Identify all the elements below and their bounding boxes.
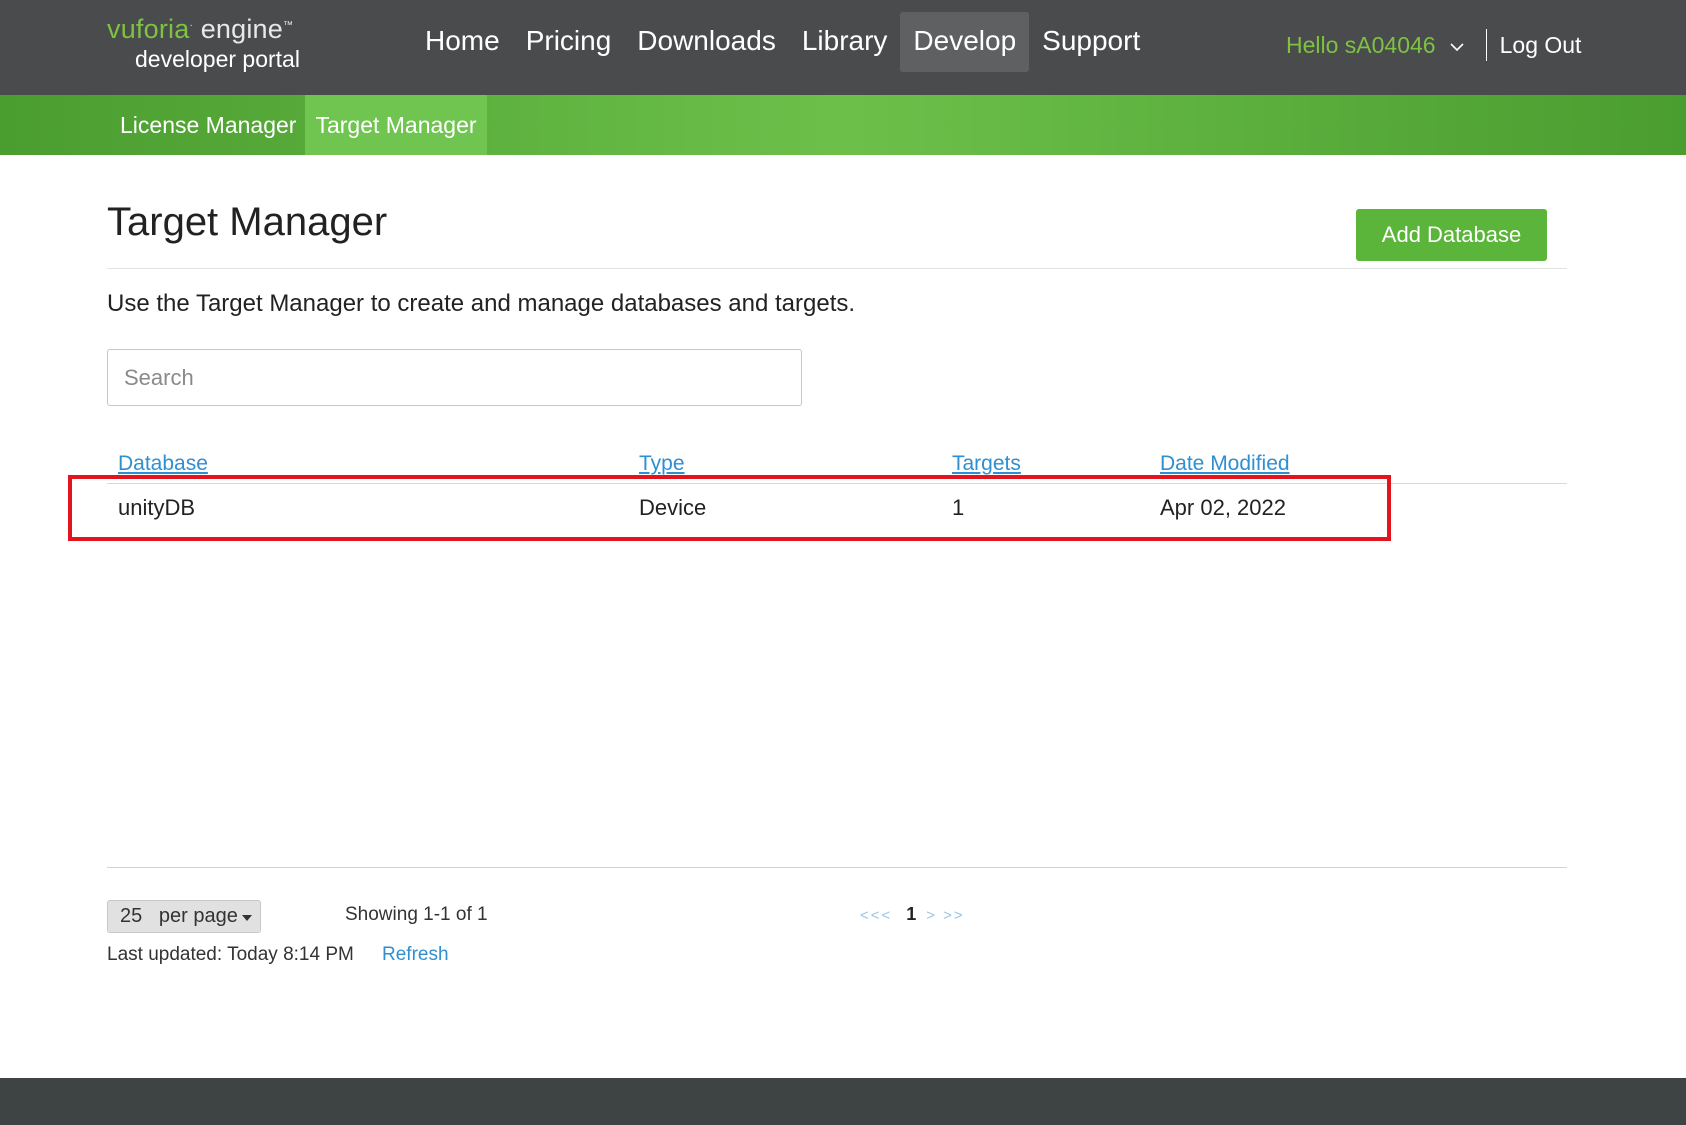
main-nav: Home Pricing Downloads Library Develop S… xyxy=(412,12,1153,72)
nav-library[interactable]: Library xyxy=(789,12,901,72)
pagination: <<< 1 > >> xyxy=(860,904,965,928)
subnav-license-manager[interactable]: License Manager xyxy=(120,95,296,155)
refresh-link[interactable]: Refresh xyxy=(382,944,449,966)
top-bar: vuforia· engine™ developer portal Home P… xyxy=(0,0,1686,95)
per-page-select[interactable]: 25 per page xyxy=(107,900,261,933)
vuforia-logo[interactable]: vuforia· engine™ developer portal xyxy=(107,14,307,76)
per-page-label: per page xyxy=(158,905,238,927)
showing-count: Showing 1-1 of 1 xyxy=(345,904,488,925)
nav-develop[interactable]: Develop xyxy=(900,12,1030,72)
nav-downloads[interactable]: Downloads xyxy=(624,12,789,72)
last-page-link[interactable]: >> xyxy=(943,907,965,924)
menu-divider xyxy=(1485,29,1487,61)
column-header-targets[interactable]: Targets xyxy=(952,452,1021,476)
sub-nav: License Manager Target Manager xyxy=(0,95,1686,155)
user-menu: Hello sA04046 Log Out xyxy=(1286,28,1581,62)
caret-down-icon xyxy=(242,915,252,921)
table-header-divider xyxy=(107,483,1567,484)
column-header-database[interactable]: Database xyxy=(118,452,208,476)
chevron-down-icon[interactable] xyxy=(1446,36,1468,58)
nav-home[interactable]: Home xyxy=(412,12,513,72)
next-page-link[interactable]: > xyxy=(926,907,937,924)
logo-product: engine xyxy=(200,14,283,44)
footer-divider xyxy=(107,867,1567,868)
cell-type: Device xyxy=(639,495,707,520)
user-greeting[interactable]: Hello sA04046 xyxy=(1286,32,1436,59)
logo-wordmark: vuforia· engine™ xyxy=(107,14,294,44)
subnav-target-manager[interactable]: Target Manager xyxy=(305,95,487,155)
add-database-button[interactable]: Add Database xyxy=(1356,209,1547,261)
nav-pricing[interactable]: Pricing xyxy=(513,12,625,72)
nav-support[interactable]: Support xyxy=(1029,12,1153,72)
logo-subtitle: developer portal xyxy=(135,46,300,72)
cell-date-modified: Apr 02, 2022 xyxy=(1160,495,1286,520)
per-page-value: 25 xyxy=(120,905,143,927)
page-title: Target Manager xyxy=(107,200,388,244)
logo-brand: vuforia xyxy=(107,14,190,44)
table-row[interactable]: unityDB Device 1 Apr 02, 2022 xyxy=(107,485,1387,533)
search-input[interactable] xyxy=(107,349,802,406)
current-page[interactable]: 1 xyxy=(906,904,916,925)
logout-link[interactable]: Log Out xyxy=(1500,32,1582,59)
cell-targets: 1 xyxy=(952,495,965,520)
footer-bar xyxy=(0,1078,1686,1125)
first-page-link[interactable]: <<< xyxy=(860,907,892,924)
column-header-type[interactable]: Type xyxy=(639,452,685,476)
page-description: Use the Target Manager to create and man… xyxy=(107,290,856,317)
column-header-date-modified[interactable]: Date Modified xyxy=(1160,452,1290,476)
cell-database[interactable]: unityDB xyxy=(118,495,195,521)
divider xyxy=(107,268,1567,269)
last-updated: Last updated: Today 8:14 PM xyxy=(107,944,354,965)
